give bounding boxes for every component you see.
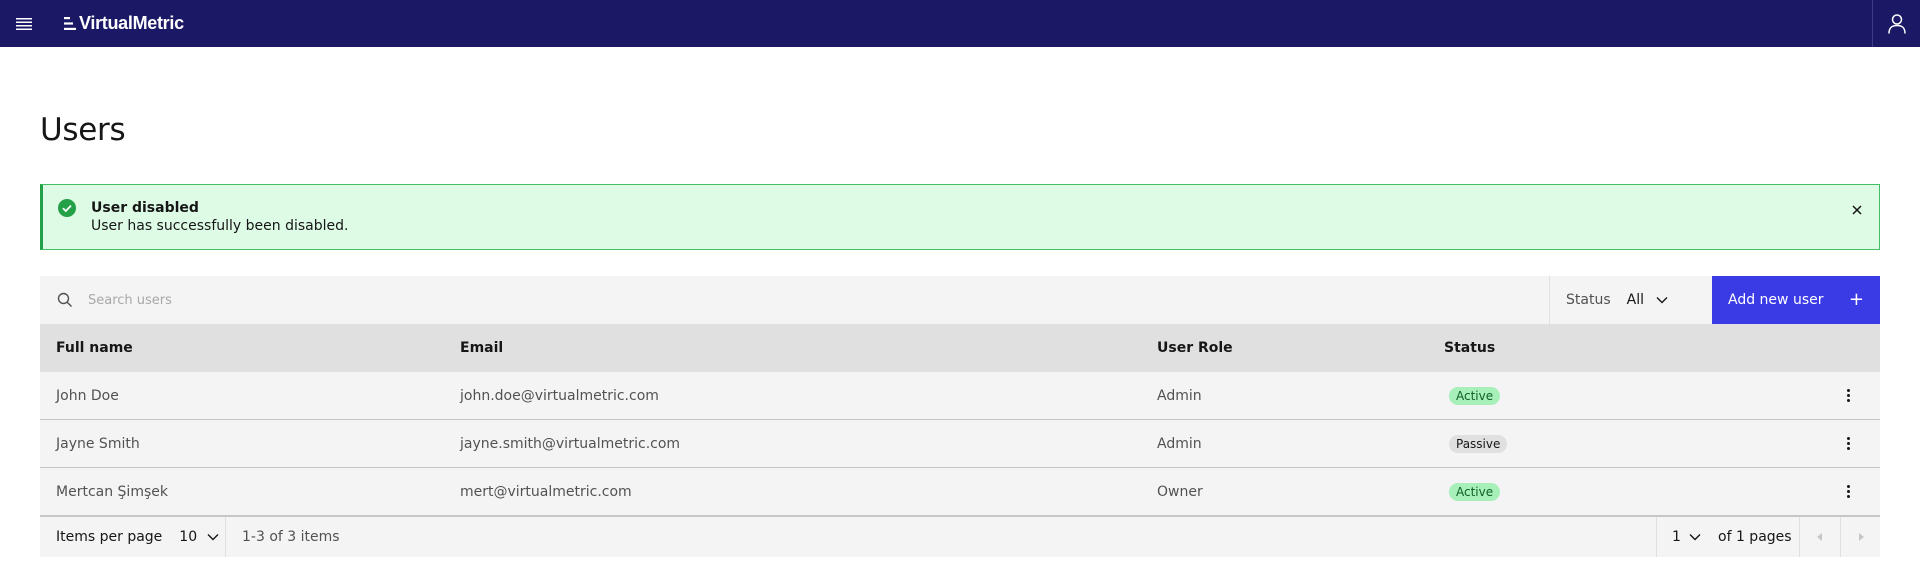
overflow-menu-icon bbox=[1846, 389, 1850, 392]
search-input[interactable] bbox=[88, 276, 1528, 324]
items-per-page-value: 10 bbox=[179, 529, 198, 545]
caret-left-icon bbox=[1817, 533, 1822, 541]
column-header-full-name[interactable]: Full name bbox=[56, 340, 133, 356]
column-header-email[interactable]: Email bbox=[460, 340, 503, 356]
row-overflow-menu-button[interactable] bbox=[1844, 434, 1852, 454]
hamburger-menu-button[interactable] bbox=[0, 0, 47, 47]
row-overflow-menu-button[interactable] bbox=[1844, 482, 1852, 502]
caret-right-icon bbox=[1858, 533, 1864, 541]
cell-user-role: Admin bbox=[1157, 387, 1202, 404]
add-new-user-button[interactable]: Add new user + bbox=[1712, 276, 1880, 324]
user-icon bbox=[1887, 13, 1906, 34]
table-row[interactable]: John Doe john.doe@virtualmetric.com Admi… bbox=[40, 372, 1880, 420]
cell-full-name: Jayne Smith bbox=[56, 435, 140, 452]
table-header-row: Full name Email User Role Status bbox=[40, 324, 1880, 372]
overflow-menu-icon bbox=[1846, 485, 1850, 488]
close-icon bbox=[1852, 205, 1862, 215]
plus-icon: + bbox=[1848, 289, 1864, 310]
divider bbox=[225, 517, 226, 557]
chevron-down-icon bbox=[1689, 534, 1701, 541]
page-number-select[interactable]: 1 bbox=[1656, 517, 1716, 557]
chevron-down-icon bbox=[207, 534, 219, 541]
cell-full-name: John Doe bbox=[56, 387, 119, 404]
status-badge: Active bbox=[1449, 482, 1501, 501]
page-title: Users bbox=[40, 112, 126, 148]
next-page-button[interactable] bbox=[1840, 517, 1880, 557]
cell-email: jayne.smith@virtualmetric.com bbox=[460, 435, 681, 452]
notification-close-button[interactable] bbox=[1847, 200, 1867, 220]
cell-full-name: Mertcan Şimşek bbox=[56, 483, 168, 500]
previous-page-button[interactable] bbox=[1799, 517, 1840, 557]
column-header-user-role[interactable]: User Role bbox=[1157, 340, 1233, 356]
column-header-status[interactable]: Status bbox=[1444, 340, 1495, 356]
cell-email: mert@virtualmetric.com bbox=[460, 483, 632, 500]
logo-mark-icon bbox=[64, 17, 76, 30]
status-badge: Passive bbox=[1449, 434, 1508, 453]
table-row[interactable]: Jayne Smith jayne.smith@virtualmetric.co… bbox=[40, 420, 1880, 468]
items-per-page-label: Items per page bbox=[56, 529, 163, 545]
brand-logo[interactable]: VirtualMetric bbox=[64, 13, 184, 34]
top-navigation-bar: VirtualMetric bbox=[0, 0, 1920, 47]
notification-title: User disabled bbox=[91, 200, 199, 216]
status-filter-dropdown[interactable]: Status All bbox=[1549, 276, 1712, 324]
cell-user-role: Admin bbox=[1157, 435, 1202, 452]
checkmark-filled-icon bbox=[58, 199, 76, 217]
hamburger-menu-icon bbox=[15, 17, 32, 30]
brand-name: VirtualMetric bbox=[79, 13, 184, 33]
row-overflow-menu-button[interactable] bbox=[1844, 386, 1852, 406]
overflow-menu-icon bbox=[1846, 437, 1850, 440]
chevron-down-icon bbox=[1656, 297, 1668, 304]
page-total-text: of 1 pages bbox=[1718, 529, 1792, 545]
pagination-bar: Items per page 10 1-3 of 3 items 1 of 1 … bbox=[40, 516, 1880, 557]
add-new-user-label: Add new user bbox=[1728, 292, 1824, 308]
page-number-value: 1 bbox=[1672, 529, 1681, 545]
status-filter-label: Status bbox=[1566, 292, 1611, 308]
cell-email: john.doe@virtualmetric.com bbox=[460, 387, 659, 404]
items-per-page-select[interactable]: 10 bbox=[179, 529, 219, 545]
users-table: Full name Email User Role Status John Do… bbox=[40, 324, 1880, 516]
status-badge: Active bbox=[1449, 386, 1501, 405]
items-range-text: 1-3 of 3 items bbox=[242, 529, 340, 545]
table-toolbar: Status All Add new user + bbox=[40, 276, 1880, 324]
success-notification: User disabled User has successfully been… bbox=[40, 184, 1880, 250]
notification-message: User has successfully been disabled. bbox=[91, 218, 349, 234]
cell-user-role: Owner bbox=[1157, 483, 1203, 500]
user-profile-button[interactable] bbox=[1872, 0, 1920, 47]
status-filter-value: All bbox=[1626, 292, 1644, 308]
search-icon bbox=[57, 292, 72, 307]
table-row[interactable]: Mertcan Şimşek mert@virtualmetric.com Ow… bbox=[40, 468, 1880, 516]
